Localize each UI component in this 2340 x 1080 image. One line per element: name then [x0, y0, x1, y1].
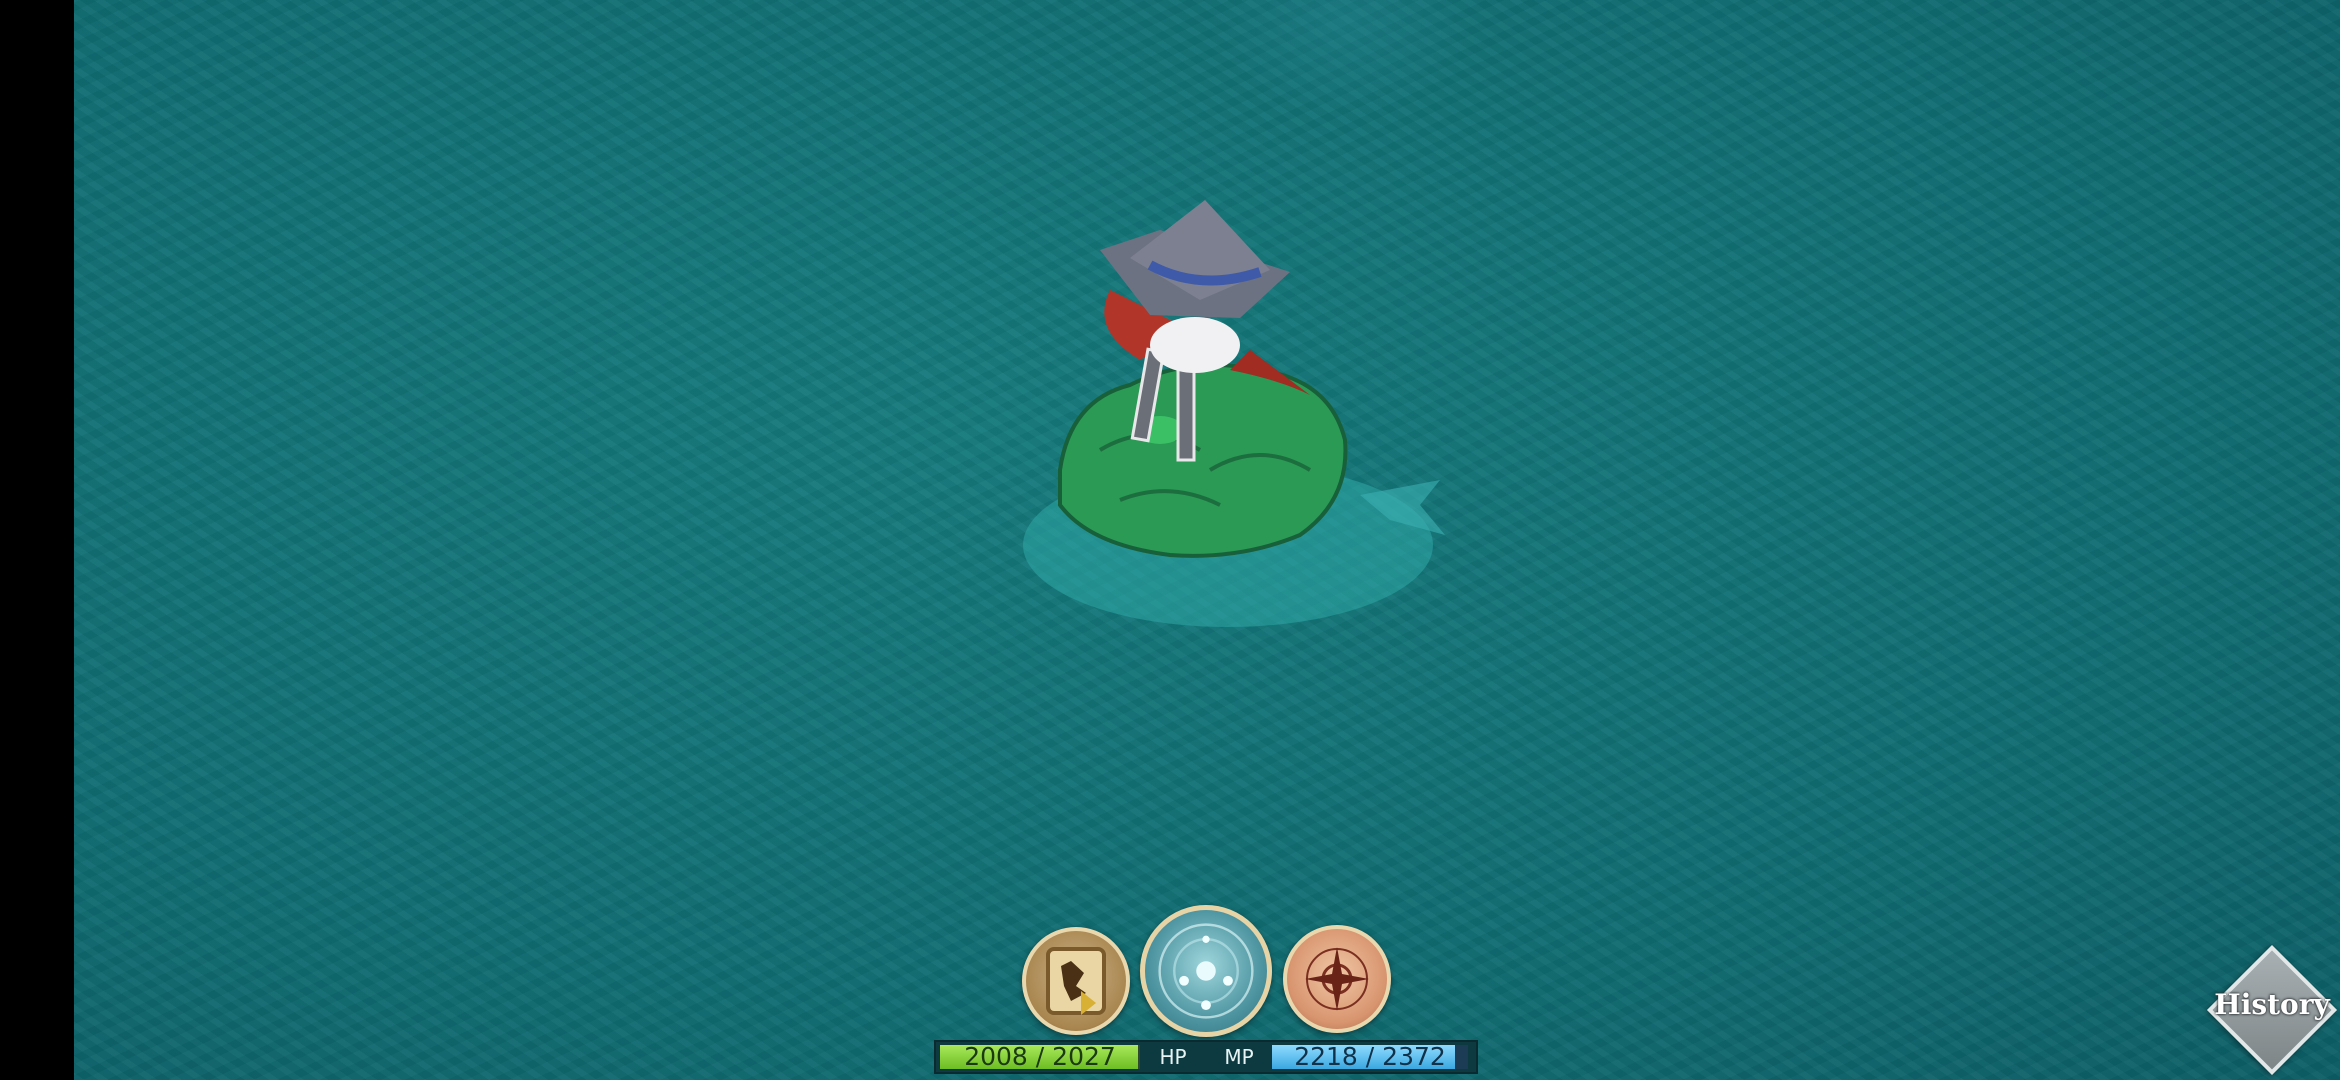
map-button[interactable]: [1283, 925, 1391, 1033]
magic-rune-icon: [1158, 923, 1254, 1019]
character-hair: [1150, 317, 1240, 373]
status-bar: 2008 / 2027 HP MP 2218 / 2372: [934, 1040, 1478, 1074]
hp-value: 2008 / 2027: [964, 1042, 1116, 1071]
history-label: History: [2214, 988, 2330, 1021]
history-button[interactable]: History: [2206, 944, 2338, 1076]
mp-value: 2218 / 2372: [1294, 1042, 1446, 1071]
quest-button[interactable]: [1022, 927, 1130, 1035]
skill-button[interactable]: [1140, 905, 1272, 1037]
mp-label: MP: [1224, 1045, 1254, 1069]
hp-label: HP: [1159, 1045, 1187, 1069]
quest-scroll-icon: [1046, 947, 1106, 1015]
rock-island: [1058, 363, 1348, 558]
compass-icon: [1305, 947, 1369, 1011]
